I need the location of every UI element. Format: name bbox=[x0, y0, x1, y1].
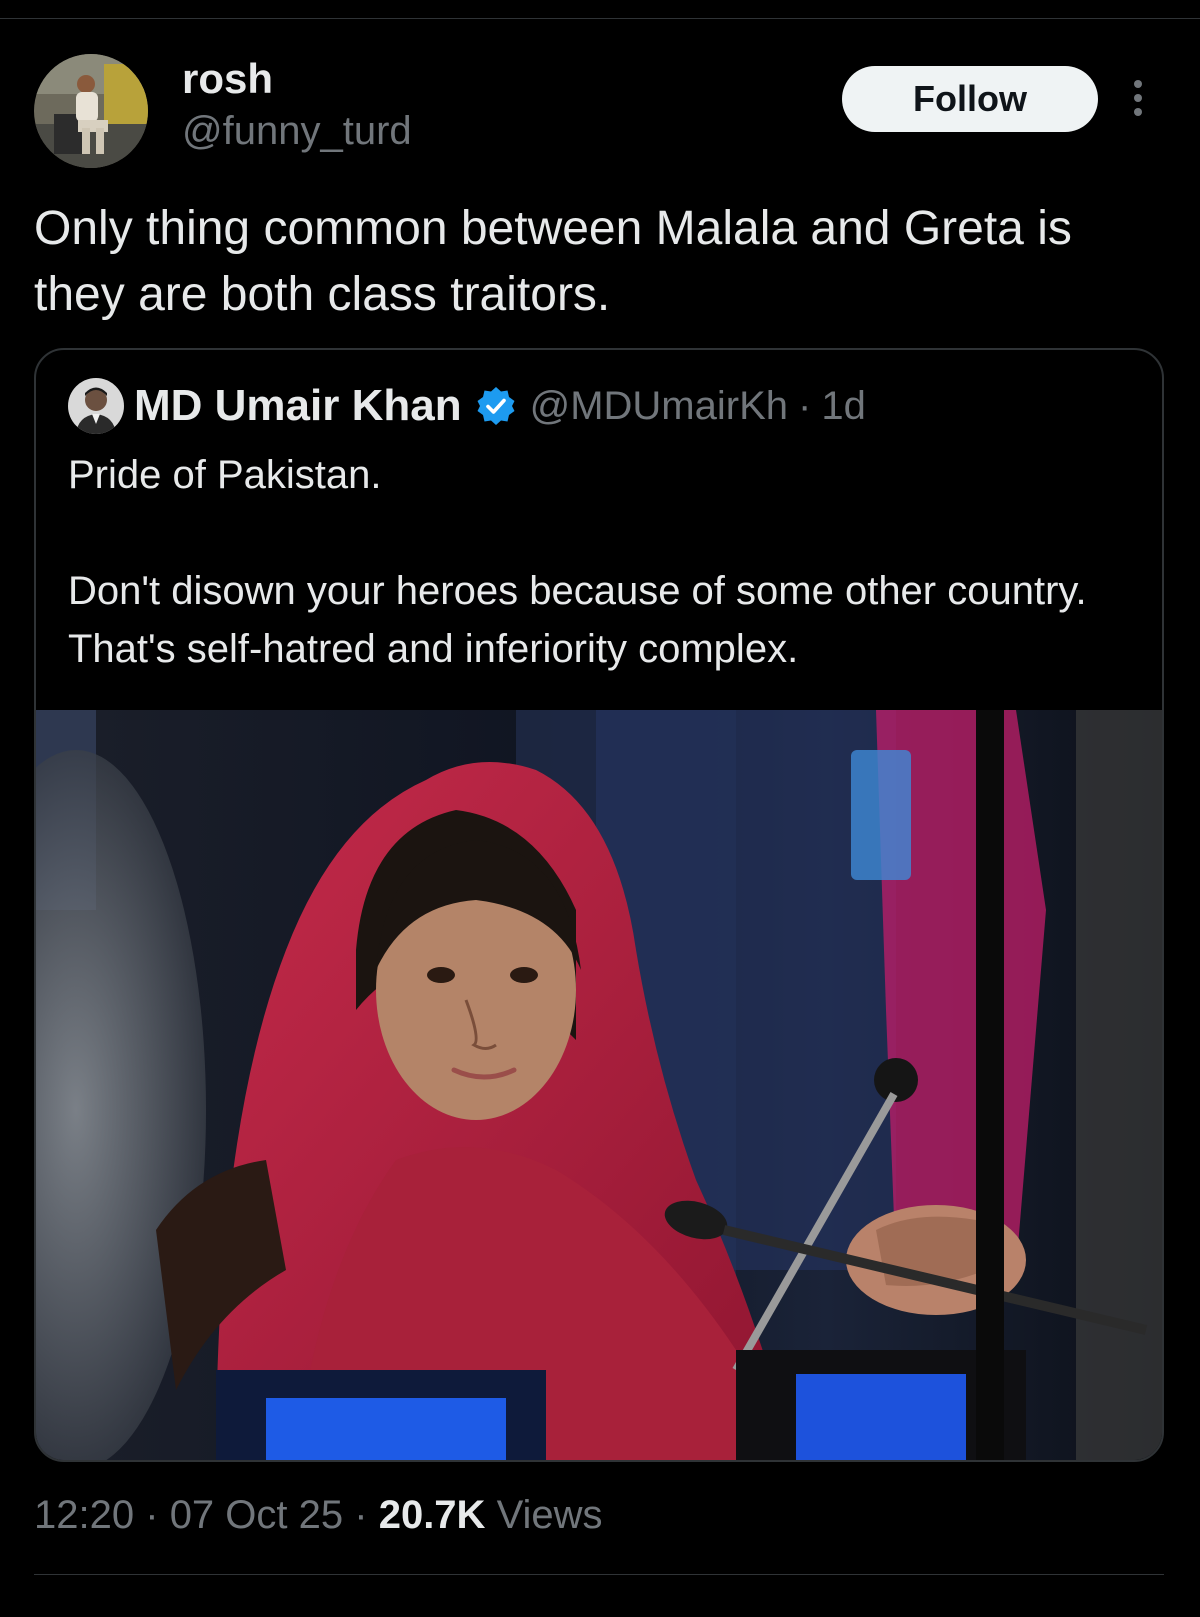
quoted-post-header: MD Umair Khan @MDUmairKh · 1d bbox=[68, 378, 866, 434]
quoted-author-avatar[interactable] bbox=[68, 378, 124, 434]
author-avatar[interactable] bbox=[34, 54, 148, 168]
post-author-row: rosh @funny_turd Follow bbox=[34, 52, 1174, 168]
post-time[interactable]: 12:20 bbox=[34, 1493, 134, 1537]
verified-badge-icon bbox=[474, 384, 518, 428]
meta-separator: · bbox=[354, 1493, 368, 1537]
quoted-author-handle[interactable]: @MDUmairKh bbox=[530, 384, 788, 429]
more-vertical-icon[interactable] bbox=[1124, 76, 1152, 120]
quoted-author-name[interactable]: MD Umair Khan bbox=[134, 381, 462, 431]
quoted-header-separator: · bbox=[798, 383, 812, 428]
top-divider bbox=[0, 18, 1200, 19]
post-meta-row: 12:20 · 07 Oct 25 · 20.7K Views bbox=[34, 1488, 603, 1542]
views-label[interactable]: Views bbox=[497, 1493, 603, 1537]
quoted-post-card[interactable]: MD Umair Khan @MDUmairKh · 1d Pride of P… bbox=[34, 348, 1164, 1462]
quoted-post-paragraph: Don't disown your heroes because of some… bbox=[68, 569, 1087, 671]
post-date[interactable]: 07 Oct 25 bbox=[170, 1493, 343, 1537]
follow-button[interactable]: Follow bbox=[842, 66, 1098, 132]
author-handle[interactable]: @funny_turd bbox=[182, 106, 412, 156]
quoted-post-photo[interactable] bbox=[36, 710, 1162, 1460]
quoted-post-paragraph: Pride of Pakistan. bbox=[68, 453, 382, 497]
author-name[interactable]: rosh bbox=[182, 54, 273, 104]
quoted-post-text: Pride of Pakistan. Don't disown your her… bbox=[68, 446, 1138, 678]
bottom-divider bbox=[34, 1574, 1164, 1575]
quoted-post-time[interactable]: 1d bbox=[821, 384, 866, 429]
meta-separator: · bbox=[145, 1493, 159, 1537]
post-text: Only thing common between Malala and Gre… bbox=[34, 202, 1072, 321]
views-count[interactable]: 20.7K bbox=[379, 1493, 486, 1537]
